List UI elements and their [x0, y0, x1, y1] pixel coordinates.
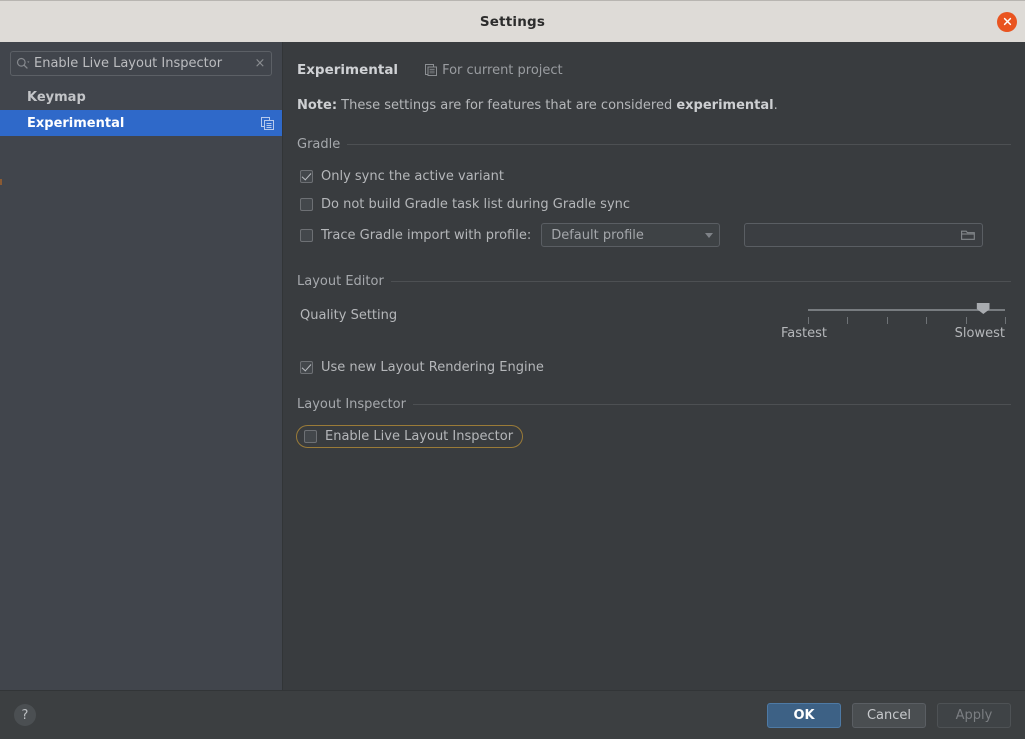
checkbox-label: Use new Layout Rendering Engine [321, 359, 544, 375]
profile-select[interactable]: Default profile [541, 223, 721, 247]
settings-dialog: Settings Enable Live Layout Inspector × … [0, 0, 1025, 739]
page-title: Experimental [297, 62, 399, 78]
note-emphasis: experimental [676, 98, 774, 113]
ok-button[interactable]: OK [767, 702, 841, 728]
sidebar-item-experimental[interactable]: Experimental [0, 110, 282, 136]
search-field[interactable]: Enable Live Layout Inspector × [10, 51, 272, 76]
checkbox-label: Trace Gradle import with profile: [321, 227, 532, 243]
group-header-layout-inspector: Layout Inspector [297, 397, 1011, 412]
window-title: Settings [479, 13, 546, 30]
group-header-gradle: Gradle [297, 137, 1011, 152]
slider-tick [1005, 317, 1006, 324]
row-enable-live-layout-inspector[interactable]: Enable Live Layout Inspector [296, 422, 1011, 450]
chevron-down-icon [705, 232, 714, 238]
search-icon [16, 57, 30, 70]
project-scope-label: For current project [442, 62, 563, 78]
group-label: Gradle [297, 137, 341, 152]
checkbox-only-sync-active-variant[interactable] [300, 169, 313, 183]
checkbox-use-new-layout-rendering-engine[interactable] [300, 360, 313, 374]
search-input[interactable]: Enable Live Layout Inspector [34, 56, 253, 71]
slider-thumb[interactable] [976, 303, 990, 314]
settings-content: Experimental For current project Note: T… [283, 42, 1025, 690]
project-icon [425, 64, 438, 76]
checkbox-enable-live-layout-inspector[interactable] [304, 429, 317, 443]
note-suffix: . [773, 98, 778, 113]
slider-min-label: Fastest [781, 326, 827, 341]
group-label: Layout Editor [297, 274, 384, 289]
search-match-highlight: Enable Live Layout Inspector [296, 424, 524, 448]
slider-tick [847, 317, 849, 324]
help-button[interactable]: ? [14, 704, 36, 726]
window-titlebar: Settings [0, 0, 1025, 42]
quality-setting-label: Quality Setting [300, 308, 398, 323]
slider-track[interactable] [808, 309, 1005, 311]
trace-profile-path-input[interactable] [744, 223, 984, 247]
slider-tick [965, 317, 967, 324]
group-header-layout-editor: Layout Editor [297, 274, 1011, 289]
checkbox-label: Enable Live Layout Inspector [325, 428, 514, 444]
dialog-footer: ? OK Cancel Apply [0, 690, 1025, 739]
cancel-button[interactable]: Cancel [852, 702, 926, 728]
row-quality-setting: Quality Setting Fastest Slowest [297, 299, 1011, 347]
profile-select-value: Default profile [551, 227, 644, 243]
group-label: Layout Inspector [297, 397, 406, 412]
slider-ticks [808, 317, 1006, 324]
copy-icon[interactable] [261, 116, 274, 130]
row-only-sync-active-variant[interactable]: Only sync the active variant [297, 162, 1011, 190]
content-header: Experimental For current project [283, 42, 1025, 84]
project-scope: For current project [425, 63, 563, 78]
sidebar-item-label: Keymap [27, 89, 86, 105]
sidebar-item-label: Experimental [27, 115, 125, 131]
group-divider [347, 144, 1011, 145]
close-icon[interactable] [997, 11, 1017, 32]
slider-max-label: Slowest [954, 326, 1005, 341]
footer-buttons: OK Cancel Apply [767, 702, 1011, 728]
row-do-not-build-gradle-task-list[interactable]: Do not build Gradle task list during Gra… [297, 190, 1011, 218]
checkbox-label: Only sync the active variant [321, 168, 504, 184]
slider-tick [808, 317, 809, 324]
group-divider [412, 404, 1011, 405]
slider-tick [926, 317, 928, 324]
group-divider [390, 281, 1011, 282]
note-prefix: Note: [297, 98, 338, 113]
sidebar-item-keymap[interactable]: Keymap [0, 84, 282, 110]
content-inner: Note: These settings are for features th… [283, 84, 1025, 450]
checkbox-trace-gradle-import[interactable] [300, 228, 313, 242]
apply-button[interactable]: Apply [937, 702, 1011, 728]
note-middle: These settings are for features that are… [337, 98, 677, 113]
checkbox-do-not-build-gradle-task-list[interactable] [300, 197, 313, 211]
dialog-body: Enable Live Layout Inspector × Keymap Ex… [0, 42, 1025, 690]
slider-tick [886, 317, 888, 324]
checkbox-label: Do not build Gradle task list during Gra… [321, 196, 631, 212]
settings-tree: Keymap Experimental [0, 84, 282, 136]
row-use-new-layout-rendering-engine[interactable]: Use new Layout Rendering Engine [297, 353, 1011, 381]
experimental-note: Note: These settings are for features th… [297, 98, 1011, 113]
folder-icon[interactable] [961, 226, 976, 245]
row-trace-gradle-import[interactable]: Trace Gradle import with profile: Defaul… [297, 218, 1011, 252]
edge-artifact [0, 179, 2, 185]
settings-sidebar: Enable Live Layout Inspector × Keymap Ex… [0, 42, 283, 690]
clear-search-icon[interactable]: × [253, 57, 267, 70]
slider-end-labels: Fastest Slowest [781, 326, 1005, 341]
